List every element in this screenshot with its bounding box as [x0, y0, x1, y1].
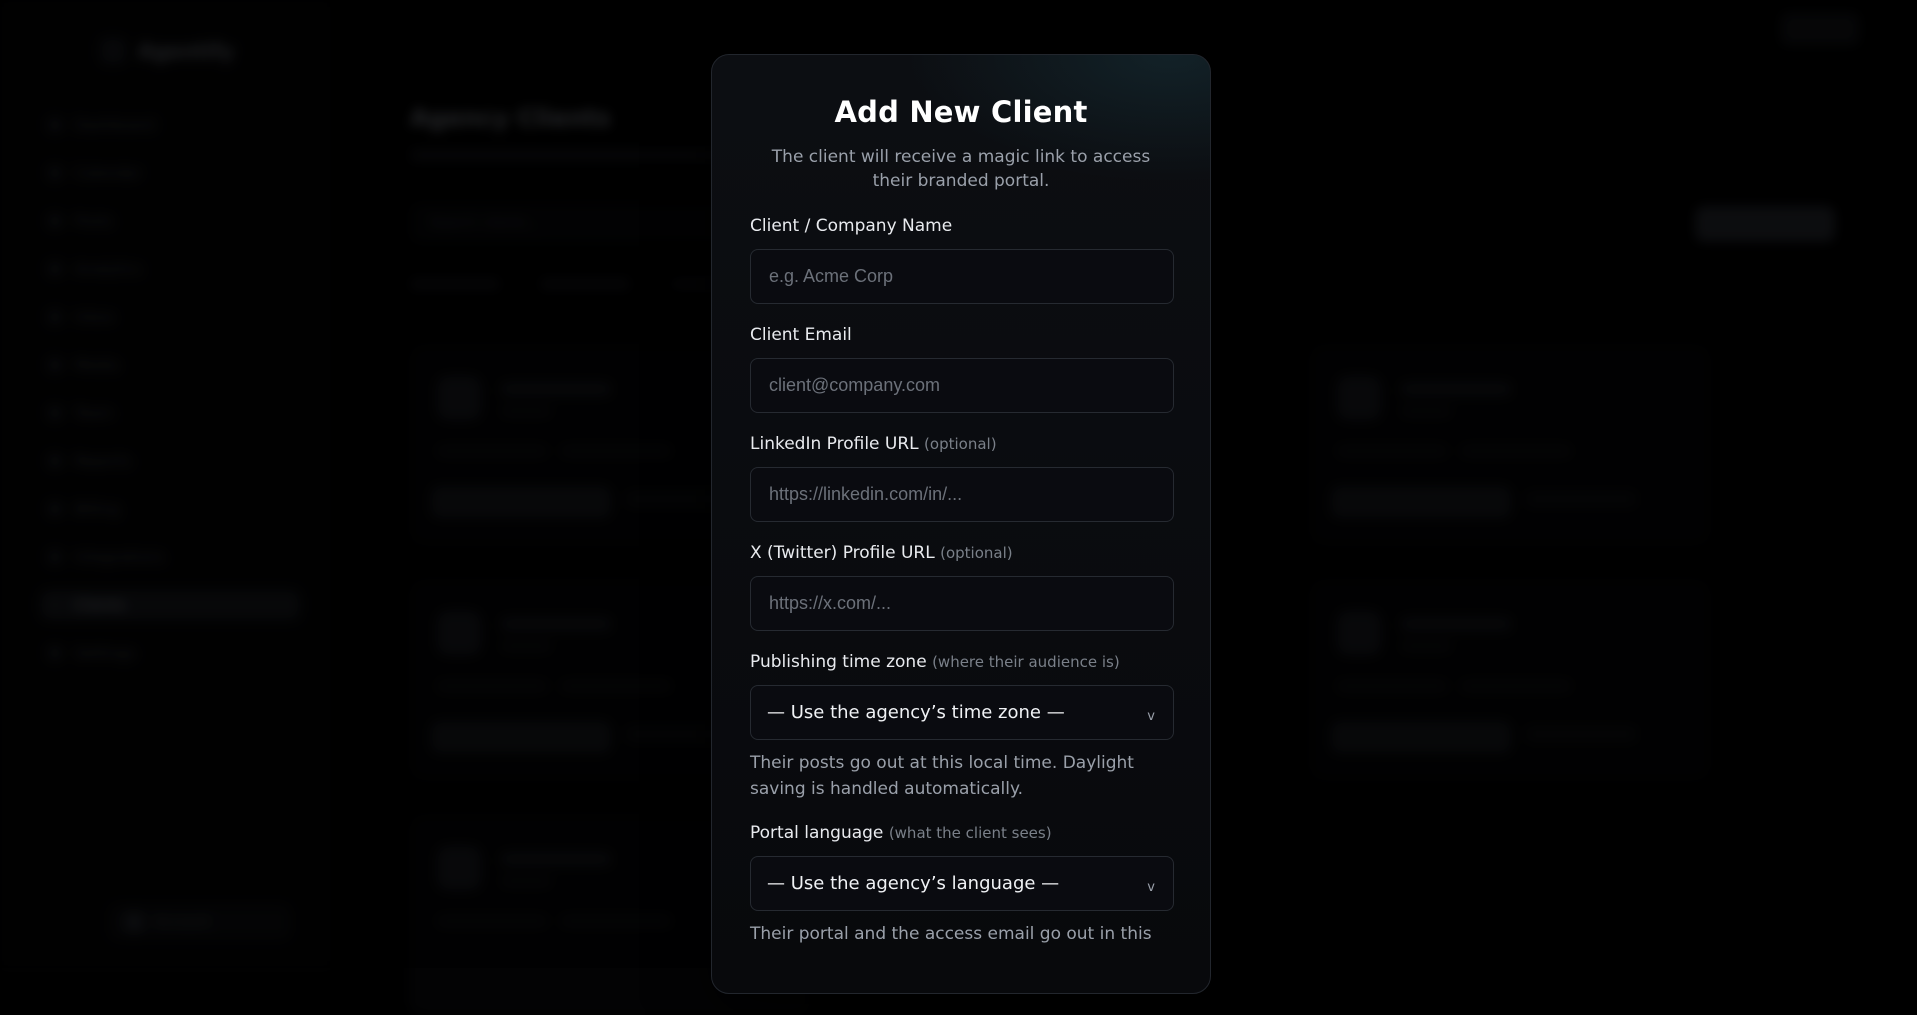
language-help-text: Their portal and the access email go out… [750, 924, 1152, 944]
language-selected-value: — Use the agency’s language — [767, 873, 1060, 894]
chevron-down-icon: v [1147, 880, 1155, 895]
chevron-down-icon: v [1147, 709, 1155, 724]
linkedin-url-label: LinkedIn Profile URL (optional) [750, 433, 1172, 455]
timezone-label: Publishing time zone (where their audien… [750, 651, 1172, 673]
client-name-label: Client / Company Name [750, 215, 1172, 237]
modal-subtitle: The client will receive a magic link to … [771, 147, 1151, 191]
timezone-help-text: Their posts go out at this local time. D… [750, 753, 1134, 799]
timezone-hint: (where their audience is) [932, 653, 1120, 671]
twitter-url-label: X (Twitter) Profile URL (optional) [750, 542, 1172, 564]
client-email-label-text: Client Email [750, 325, 852, 345]
field-twitter-url: X (Twitter) Profile URL (optional) [750, 542, 1174, 631]
language-select[interactable]: — Use the agency’s language — v [750, 856, 1174, 911]
client-email-input[interactable] [750, 358, 1174, 413]
timezone-selected-value: — Use the agency’s time zone — [767, 702, 1065, 723]
linkedin-url-input[interactable] [750, 467, 1174, 522]
client-name-input[interactable] [750, 249, 1174, 304]
language-label-text: Portal language [750, 823, 884, 843]
modal-title: Add New Client [834, 95, 1088, 129]
twitter-optional-hint: (optional) [940, 544, 1013, 562]
twitter-url-label-text: X (Twitter) Profile URL [750, 543, 935, 563]
linkedin-url-label-text: LinkedIn Profile URL [750, 434, 919, 454]
field-language: Portal language (what the client sees) —… [750, 822, 1174, 947]
linkedin-optional-hint: (optional) [924, 435, 997, 453]
client-email-label: Client Email [750, 324, 1172, 346]
language-label: Portal language (what the client sees) [750, 822, 1172, 844]
field-client-email: Client Email [750, 324, 1174, 413]
field-client-name: Client / Company Name [750, 215, 1174, 304]
timezone-select[interactable]: — Use the agency’s time zone — v [750, 685, 1174, 740]
twitter-url-input[interactable] [750, 576, 1174, 631]
field-linkedin-url: LinkedIn Profile URL (optional) [750, 433, 1174, 522]
timezone-label-text: Publishing time zone [750, 652, 927, 672]
field-timezone: Publishing time zone (where their audien… [750, 651, 1174, 802]
add-client-modal: Add New Client The client will receive a… [711, 54, 1211, 994]
client-name-label-text: Client / Company Name [750, 216, 953, 236]
language-hint: (what the client sees) [888, 824, 1052, 842]
